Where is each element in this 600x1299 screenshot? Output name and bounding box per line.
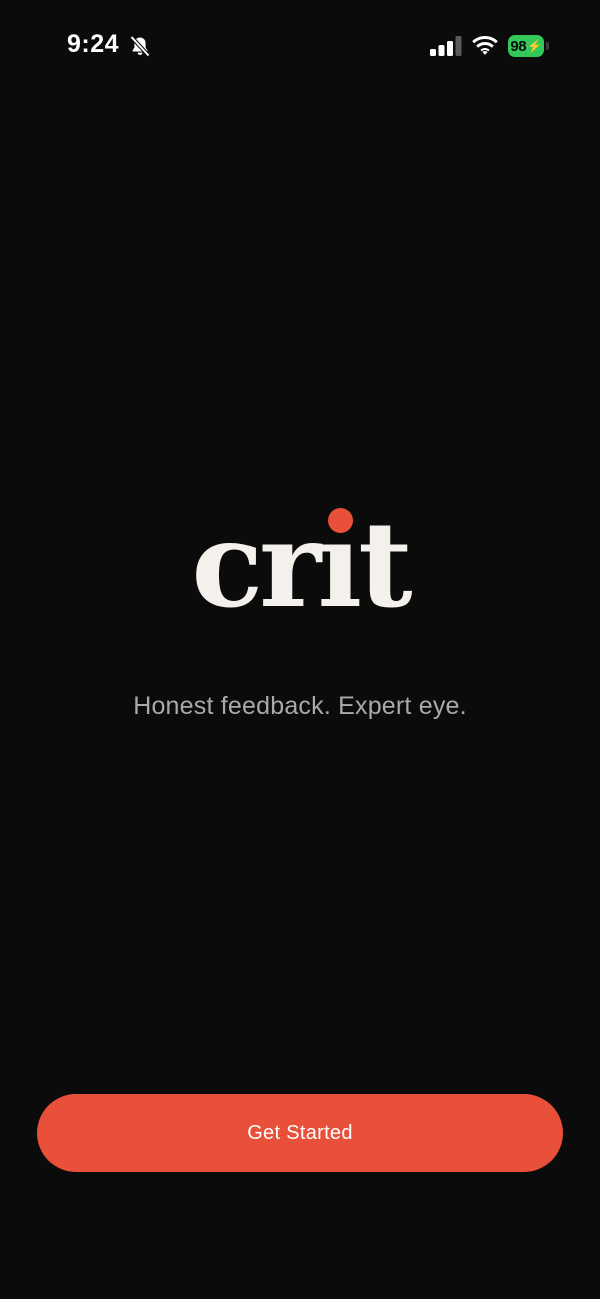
status-time: 9:24 — [67, 30, 120, 58]
battery-cap — [546, 42, 549, 50]
battery-icon: 98 ⚡ — [508, 35, 544, 57]
battery-level: 98 — [510, 37, 527, 55]
wifi-icon — [472, 36, 498, 55]
get-started-button[interactable]: Get Started — [37, 1094, 563, 1172]
cellular-signal-icon — [430, 36, 462, 56]
bolt-icon: ⚡ — [527, 39, 542, 53]
bell-slash-icon — [130, 35, 150, 57]
status-bar: 9:24 98 ⚡ — [0, 0, 600, 92]
logo-accent-dot — [328, 508, 353, 533]
app-logo: crit — [0, 500, 600, 630]
logo-wordmark: crit — [191, 495, 412, 634]
tagline: Honest feedback. Expert eye. — [133, 692, 467, 720]
battery-indicator: 98 ⚡ — [508, 35, 549, 57]
